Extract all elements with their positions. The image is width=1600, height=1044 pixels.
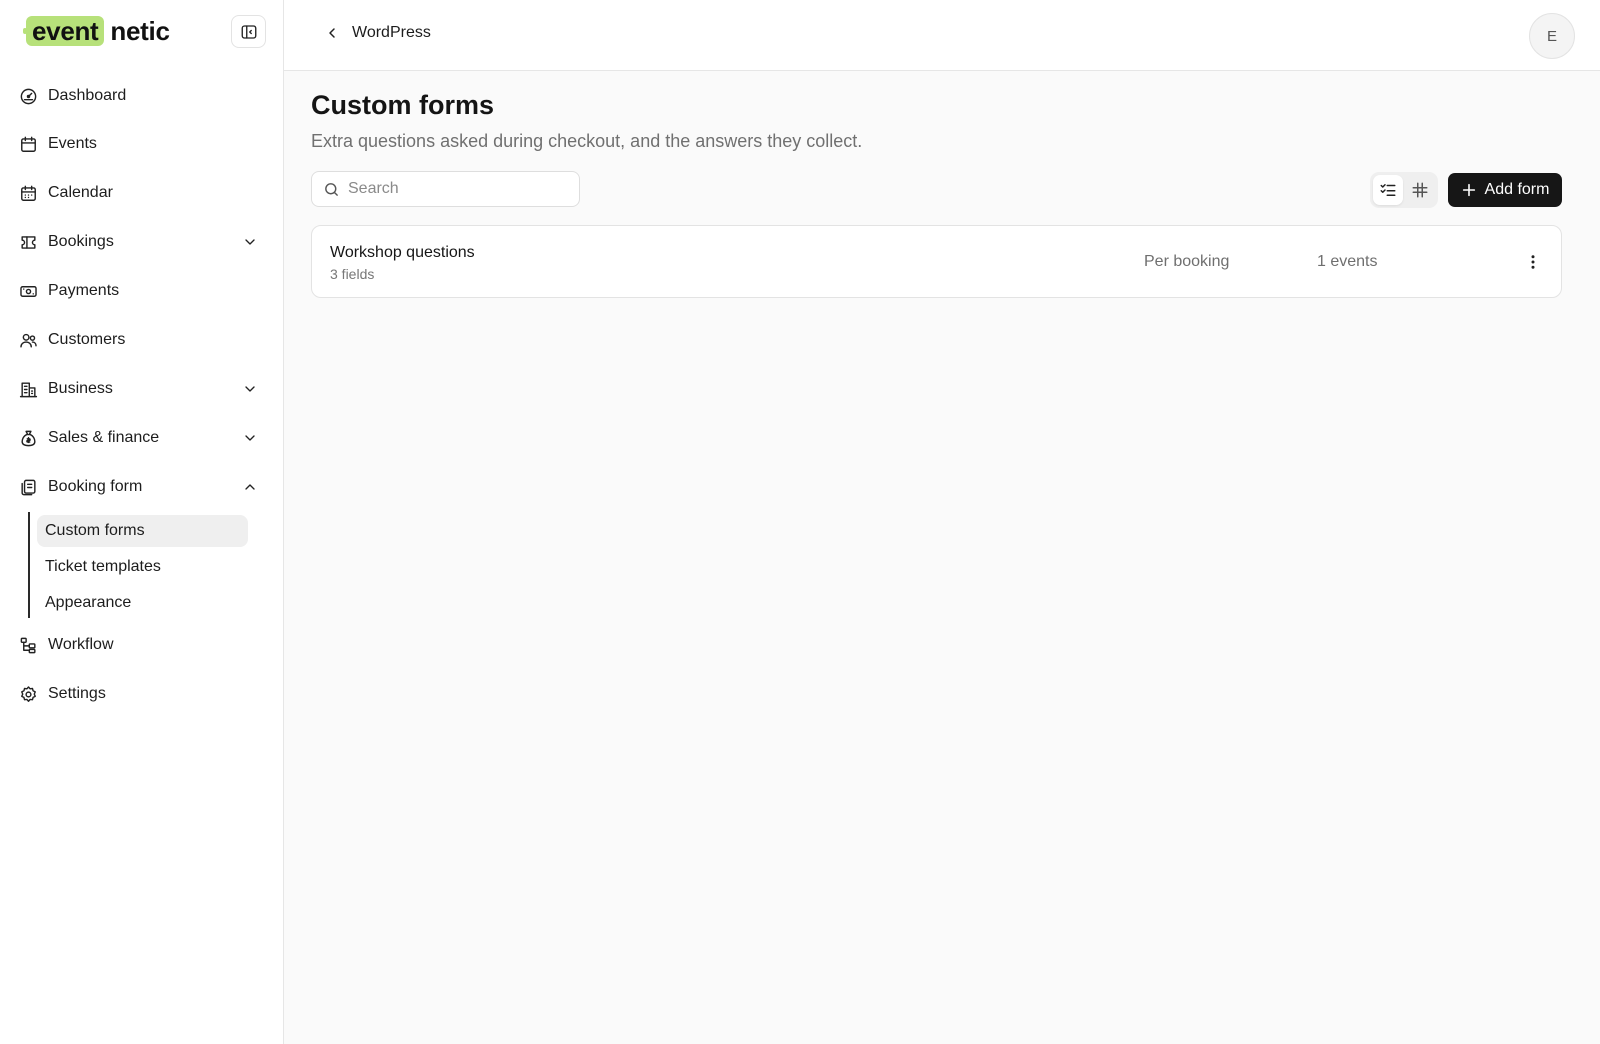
- dashboard-icon: [18, 86, 38, 106]
- search-box[interactable]: [311, 171, 580, 207]
- hash-icon: [1412, 182, 1428, 198]
- add-form-label: Add form: [1484, 181, 1550, 198]
- banknote-icon: [18, 281, 38, 301]
- chevron-down-icon: [242, 430, 258, 446]
- back-link[interactable]: WordPress: [324, 24, 431, 42]
- list-view-button[interactable]: [1373, 175, 1403, 205]
- money-bag-icon: [18, 428, 38, 448]
- submenu-guide-line: [28, 512, 30, 618]
- sidebar-subitem-custom-forms[interactable]: Custom forms: [37, 515, 248, 547]
- sidebar-item-label: Payments: [48, 282, 120, 299]
- sidebar-item-label: Settings: [48, 685, 106, 702]
- sidebar-item-events[interactable]: Events: [16, 128, 268, 160]
- brand-logo[interactable]: event netic: [22, 16, 170, 46]
- sidebar-item-booking-form[interactable]: Booking form: [16, 471, 268, 503]
- avatar[interactable]: E: [1529, 13, 1575, 59]
- sidebar-item-customers[interactable]: Customers: [16, 324, 268, 356]
- top-bar: WordPress E: [284, 0, 1600, 71]
- sidebar-item-bookings[interactable]: Bookings: [16, 226, 268, 258]
- more-options-button[interactable]: [1521, 250, 1545, 274]
- form-scope: Per booking: [1144, 253, 1230, 270]
- sidebar-item-sales-finance[interactable]: Sales & finance: [16, 422, 268, 454]
- sidebar-item-label: Business: [48, 380, 113, 397]
- sidebar-subitem-appearance[interactable]: Appearance: [37, 587, 248, 619]
- page-title: Custom forms: [311, 90, 495, 120]
- list-checks-icon: [1380, 184, 1396, 196]
- sidebar-item-label: Workflow: [48, 636, 114, 653]
- chevron-down-icon: [242, 381, 258, 397]
- view-mode-toggle: [1370, 172, 1438, 208]
- sidebar-item-business[interactable]: Business: [16, 373, 268, 405]
- building-icon: [18, 379, 38, 399]
- workflow-icon: [18, 635, 38, 655]
- calendar-days-icon: [18, 183, 38, 203]
- chevron-up-icon: [242, 479, 258, 495]
- sidebar-item-label: Customers: [48, 331, 126, 348]
- sidebar-item-calendar[interactable]: Calendar: [16, 177, 268, 209]
- plus-icon: [1462, 183, 1475, 197]
- page-subtitle: Extra questions asked during checkout, a…: [311, 131, 863, 151]
- sidebar-item-workflow[interactable]: Workflow: [16, 629, 268, 661]
- sidebar-item-label: Dashboard: [48, 87, 127, 104]
- sidebar-item-dashboard[interactable]: Dashboard: [16, 80, 268, 112]
- search-icon: [325, 182, 338, 196]
- gear-icon: [18, 684, 38, 704]
- calendar-icon: [18, 134, 38, 154]
- sidebar-item-label: Calendar: [48, 184, 113, 201]
- chevron-left-icon: [329, 28, 335, 38]
- search-input[interactable]: [348, 180, 568, 198]
- sidebar-toggle-icon: [241, 24, 256, 39]
- ticket-icon: [18, 232, 38, 252]
- back-link-label: WordPress: [352, 24, 431, 41]
- form-field-count: 3 fields: [330, 266, 375, 282]
- sidebar-item-label: Events: [48, 135, 97, 152]
- brand-logo-highlight: event: [22, 16, 105, 46]
- sidebar-item-label: Sales & finance: [48, 429, 160, 446]
- form-list-item[interactable]: Workshop questions 3 fields Per booking …: [311, 225, 1562, 298]
- grid-view-button[interactable]: [1405, 175, 1435, 205]
- brand-logo-text: netic: [110, 16, 170, 46]
- form-icon: [18, 477, 38, 497]
- form-name: Workshop questions: [330, 244, 475, 261]
- sidebar-collapse-button[interactable]: [231, 15, 266, 48]
- add-form-button[interactable]: Add form: [1448, 173, 1562, 207]
- users-icon: [18, 330, 38, 350]
- sidebar-item-payments[interactable]: Payments: [16, 275, 268, 307]
- sidebar: event netic Dashboard Events Calendar Bo…: [0, 0, 284, 1044]
- more-vertical-icon: [1531, 255, 1535, 269]
- form-event-count: 1 events: [1317, 253, 1378, 270]
- sidebar-item-settings[interactable]: Settings: [16, 678, 268, 710]
- sidebar-item-label: Bookings: [48, 233, 114, 250]
- chevron-down-icon: [242, 234, 258, 250]
- sidebar-item-label: Booking form: [48, 478, 143, 495]
- sidebar-subitem-ticket-templates[interactable]: Ticket templates: [37, 551, 248, 583]
